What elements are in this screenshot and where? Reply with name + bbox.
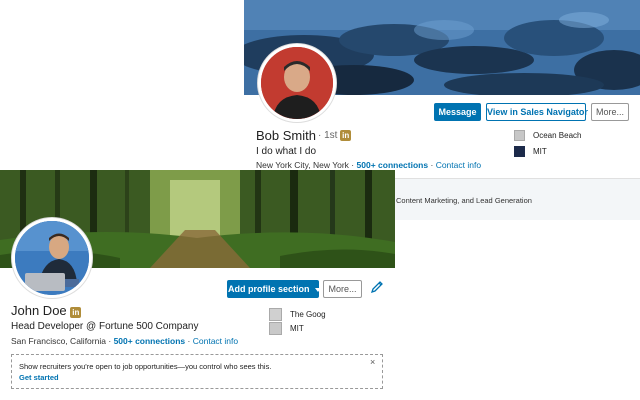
profile-name-text: John Doe <box>11 303 67 318</box>
contact-info-link[interactable]: Contact info <box>193 336 238 346</box>
notice-text: Show recruiters you're open to job oppor… <box>19 362 272 371</box>
more-button-front[interactable]: More... <box>323 280 362 298</box>
avatar-john-doe[interactable] <box>12 218 92 298</box>
profile-headline: I do what I do <box>256 146 317 157</box>
more-button[interactable]: More... <box>591 103 629 121</box>
view-in-sales-navigator-button[interactable]: View in Sales Navigator <box>486 103 588 121</box>
profile-name: Bob Smith <box>256 128 316 143</box>
company-logo-icon <box>269 308 282 321</box>
degree-label: · 1st <box>318 130 338 141</box>
location-text: San Francisco, California <box>11 336 106 346</box>
side-item-school[interactable]: MIT <box>514 146 547 157</box>
summary-text: Content Marketing, and Lead Generation <box>396 196 532 205</box>
profile-name-front: John Doe in <box>11 303 82 318</box>
open-to-opportunities-notice: Show recruiters you're open to job oppor… <box>11 354 383 389</box>
get-started-link[interactable]: Get started <box>19 373 59 382</box>
side-item-company[interactable]: Ocean Beach <box>514 130 581 141</box>
edit-pencil-icon[interactable] <box>370 280 384 294</box>
close-icon[interactable]: × <box>370 357 375 367</box>
profile-meta: New York City, New York · 500+ connectio… <box>256 160 481 170</box>
add-profile-section-label: Add profile section <box>228 284 310 294</box>
connection-degree: · 1st in <box>318 130 352 141</box>
school-label: MIT <box>290 324 304 333</box>
connections-link[interactable]: 500+ connections <box>114 336 186 346</box>
connections-link[interactable]: 500+ connections <box>357 160 429 170</box>
add-profile-section-button[interactable]: Add profile section <box>227 280 322 298</box>
profile-meta-front: San Francisco, California · 500+ connect… <box>11 336 238 346</box>
company-label: Ocean Beach <box>533 131 582 140</box>
side-item-school-front[interactable]: MIT <box>269 322 304 335</box>
school-logo-icon <box>269 322 282 335</box>
linkedin-premium-icon: in <box>70 307 82 318</box>
location-text: New York City, New York <box>256 160 349 170</box>
separator: · <box>108 336 112 346</box>
separator: · <box>430 160 434 170</box>
profile-card-front: Add profile section More... John Doe in … <box>0 170 395 400</box>
company-logo-icon <box>514 130 525 141</box>
school-label: MIT <box>533 147 547 156</box>
avatar-bob-smith[interactable] <box>258 44 336 122</box>
linkedin-premium-icon: in <box>340 130 352 141</box>
separator: · <box>187 336 191 346</box>
side-item-company-front[interactable]: The Goog <box>269 308 326 321</box>
company-label: The Goog <box>290 310 326 319</box>
contact-info-link[interactable]: Contact info <box>436 160 481 170</box>
message-button[interactable]: Message <box>434 103 481 121</box>
separator: · <box>351 160 355 170</box>
profile-headline-front: Head Developer @ Fortune 500 Company <box>11 321 199 332</box>
school-logo-icon <box>514 146 525 157</box>
chevron-down-icon <box>315 287 322 292</box>
